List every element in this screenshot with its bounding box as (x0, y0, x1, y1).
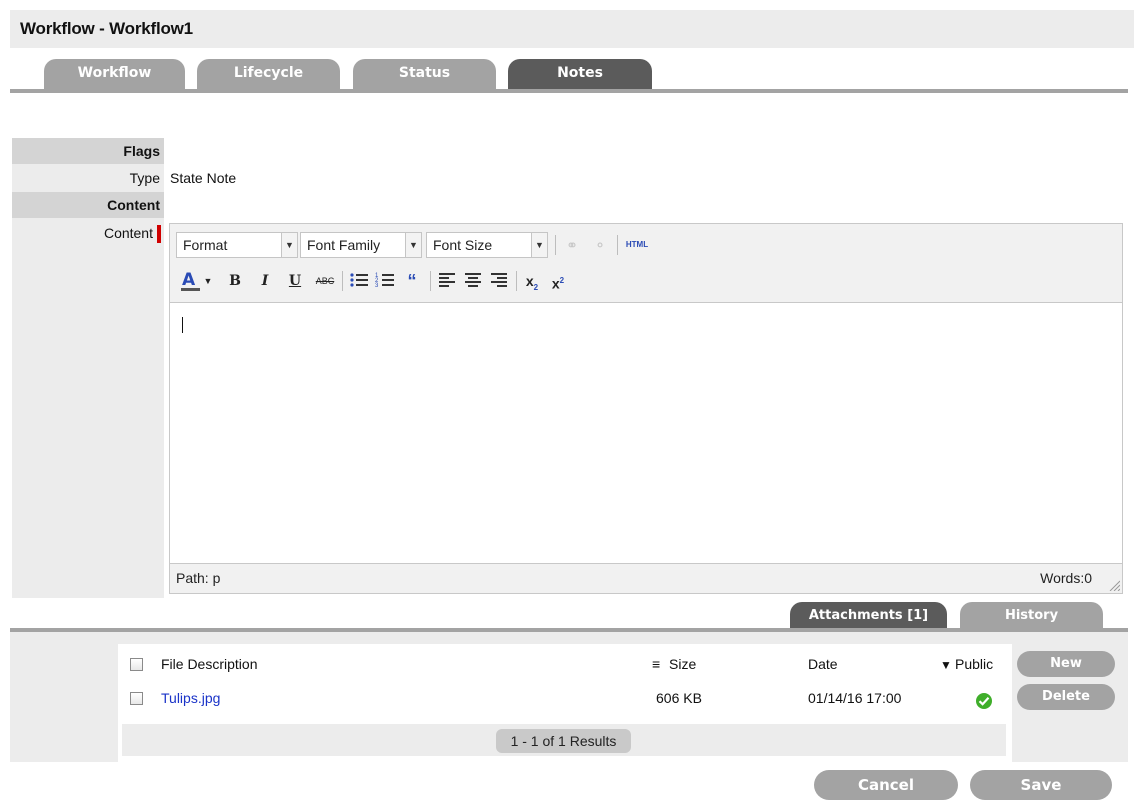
tab-underline (10, 89, 1128, 93)
results-count: 1 - 1 of 1 Results (496, 729, 631, 753)
toolbar-separator (430, 271, 431, 291)
unlink-icon[interactable]: ⚬ (588, 234, 612, 256)
content-heading: Content (12, 192, 164, 218)
editor-word-count: Words:0 (1040, 570, 1092, 586)
bold-button[interactable]: B (225, 270, 245, 292)
align-left-svg (439, 273, 455, 287)
align-center-icon[interactable] (462, 270, 484, 292)
numbered-list-svg: 1 2 3 (375, 273, 394, 289)
column-date[interactable]: Date (808, 656, 838, 672)
new-attachment-button[interactable]: New (1017, 651, 1115, 677)
toolbar-separator (617, 235, 618, 255)
format-select[interactable]: Format ▼ (176, 232, 298, 258)
column-size[interactable]: Size (669, 656, 696, 672)
toolbar-separator (516, 271, 517, 291)
tab-attachments[interactable]: Attachments [1] (790, 602, 947, 630)
tab-notes[interactable]: Notes (508, 59, 652, 89)
content-label: Content (103, 225, 153, 241)
attachment-date: 01/14/16 17:00 (808, 690, 902, 706)
text-caret (182, 317, 183, 333)
rich-text-editor: Format ▼ Font Family ▼ Font Size ▼ ⚭ ⚬ H… (169, 223, 1123, 594)
superscript-button[interactable]: x2 (548, 270, 568, 292)
page-title: Workflow - Workflow1 (20, 19, 193, 38)
italic-button[interactable]: I (255, 270, 275, 292)
svg-text:3: 3 (375, 283, 379, 289)
html-source-button[interactable]: HTML (622, 234, 652, 256)
row-checkbox[interactable] (130, 692, 143, 705)
align-right-svg (491, 273, 507, 287)
tab-history[interactable]: History (960, 602, 1103, 630)
subscript-button[interactable]: x2 (522, 270, 542, 292)
filter-icon[interactable]: ▼ (940, 658, 952, 672)
type-value: State Note (170, 170, 237, 186)
tab-workflow[interactable]: Workflow (44, 59, 185, 89)
chevron-down-icon: ▼ (405, 233, 421, 257)
column-public[interactable]: Public (955, 656, 993, 672)
tab-lifecycle[interactable]: Lifecycle (197, 59, 340, 89)
underline-button[interactable]: U (285, 270, 305, 292)
strikethrough-button[interactable]: ABC (312, 270, 338, 292)
type-label: Type (129, 170, 160, 186)
blockquote-icon[interactable]: “ (402, 270, 422, 292)
text-color-icon: A (181, 270, 200, 291)
flags-heading: Flags (12, 138, 164, 164)
font-size-select[interactable]: Font Size ▼ (426, 232, 548, 258)
font-family-select[interactable]: Font Family ▼ (300, 232, 422, 258)
align-right-icon[interactable] (488, 270, 510, 292)
title-bar: Workflow - Workflow1 (10, 10, 1134, 48)
cancel-button[interactable]: Cancel (814, 770, 958, 800)
select-all-checkbox[interactable] (130, 658, 143, 671)
delete-attachment-button[interactable]: Delete (1017, 684, 1115, 710)
font-family-label: Font Family (307, 237, 381, 253)
editor-content-area[interactable] (170, 302, 1122, 564)
format-select-label: Format (183, 237, 228, 253)
bullet-list-svg (350, 273, 368, 287)
save-button[interactable]: Save (970, 770, 1112, 800)
tab-status[interactable]: Status (353, 59, 496, 89)
attachment-size: 606 KB (656, 690, 702, 706)
public-check-icon (976, 693, 992, 709)
resize-handle-icon[interactable] (1108, 579, 1120, 591)
chevron-down-icon[interactable]: ▼ (203, 270, 213, 292)
chevron-down-icon: ▼ (531, 233, 547, 257)
column-file-description[interactable]: File Description (161, 656, 257, 672)
attachment-file-link[interactable]: Tulips.jpg (161, 690, 220, 706)
align-left-icon[interactable] (436, 270, 458, 292)
link-icon[interactable]: ⚭ (562, 234, 582, 256)
numbered-list-icon[interactable]: 1 2 3 (374, 270, 396, 292)
toolbar-separator (342, 271, 343, 291)
required-marker (157, 225, 161, 243)
svg-text:A: A (182, 270, 196, 290)
size-sort-icon[interactable]: ≡ (652, 656, 660, 672)
text-color-button[interactable]: A (180, 270, 202, 292)
align-center-svg (465, 273, 481, 287)
font-size-label: Font Size (433, 237, 493, 253)
editor-status-path: Path: p (176, 570, 221, 586)
toolbar-separator (555, 235, 556, 255)
chevron-down-icon: ▼ (281, 233, 297, 257)
bullet-list-icon[interactable] (348, 270, 370, 292)
